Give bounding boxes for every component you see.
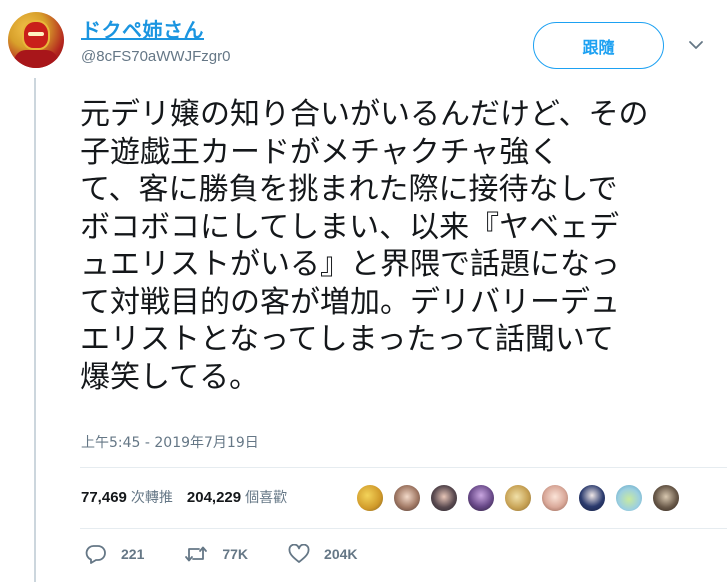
liker-avatar[interactable] [466, 483, 496, 513]
likers-avatar-list [355, 483, 688, 513]
tweet-line: ボコボコにしてしまい、以来『ヤベェデ [80, 209, 620, 245]
tweet-line: ュエリストがいる』と界隈で話題になっ [80, 247, 620, 282]
liker-avatar[interactable] [614, 483, 644, 513]
tweet-actions: 221 77K 204K [85, 544, 398, 564]
reply-icon [85, 545, 106, 564]
liker-avatar[interactable] [651, 483, 681, 513]
author-handle[interactable]: @8cFS70aWWJFzgr0 [81, 48, 230, 65]
engagement-stats: 77,469 次轉推 204,229 個喜歡 [81, 487, 301, 507]
tweet-line: 元デリ嬢の知り合いがいるんだけど、その [80, 97, 649, 132]
heart-icon [288, 544, 310, 563]
liker-avatar[interactable] [503, 483, 533, 513]
likes-label[interactable]: 個喜歡 [245, 487, 287, 507]
reply-count: 221 [121, 546, 145, 562]
chevron-down-icon[interactable] [688, 38, 704, 52]
retweets-count[interactable]: 77,469 [81, 489, 127, 506]
liker-avatar[interactable] [577, 483, 607, 513]
tweet-line: エリストとなってしまったって話聞いて [80, 322, 614, 357]
tweet-text: 元デリ嬢の知り合いがいるんだけど、その 子遊戯王カードがメチャクチャ強く て、客… [80, 96, 720, 396]
liker-avatar[interactable] [392, 483, 422, 513]
liker-avatar[interactable] [355, 483, 385, 513]
thread-line [34, 78, 36, 582]
retweet-button[interactable]: 77K [184, 544, 248, 564]
avatar-eyes-shape [28, 32, 44, 36]
author-avatar[interactable] [8, 12, 64, 68]
tweet-line: 子遊戯王カードがメチャクチャ強く [80, 134, 560, 170]
retweet-count: 77K [222, 546, 249, 562]
retweet-icon [185, 546, 208, 562]
like-button[interactable]: 204K [288, 544, 358, 564]
author-display-name[interactable]: ドクペ姉さん [81, 14, 204, 43]
avatar-body-shape [14, 50, 58, 68]
tweet-timestamp[interactable]: 上午5:45 - 2019年7月19日 [81, 432, 259, 452]
tweet-line: て、客に勝負を挑まれた際に接待なしで [80, 172, 618, 207]
likes-count[interactable]: 204,229 [187, 489, 241, 506]
retweets-label[interactable]: 次轉推 [131, 487, 173, 507]
divider [80, 467, 727, 468]
follow-button[interactable]: 跟隨 [533, 22, 664, 69]
tweet-line: 爆笑してる。 [80, 359, 260, 395]
divider [80, 528, 727, 529]
liker-avatar[interactable] [429, 483, 459, 513]
reply-button[interactable]: 221 [85, 544, 144, 564]
like-count: 204K [324, 546, 358, 562]
tweet-line: て対戦目的の客が増加。デリバリーデュ [80, 284, 620, 320]
liker-avatar[interactable] [540, 483, 570, 513]
